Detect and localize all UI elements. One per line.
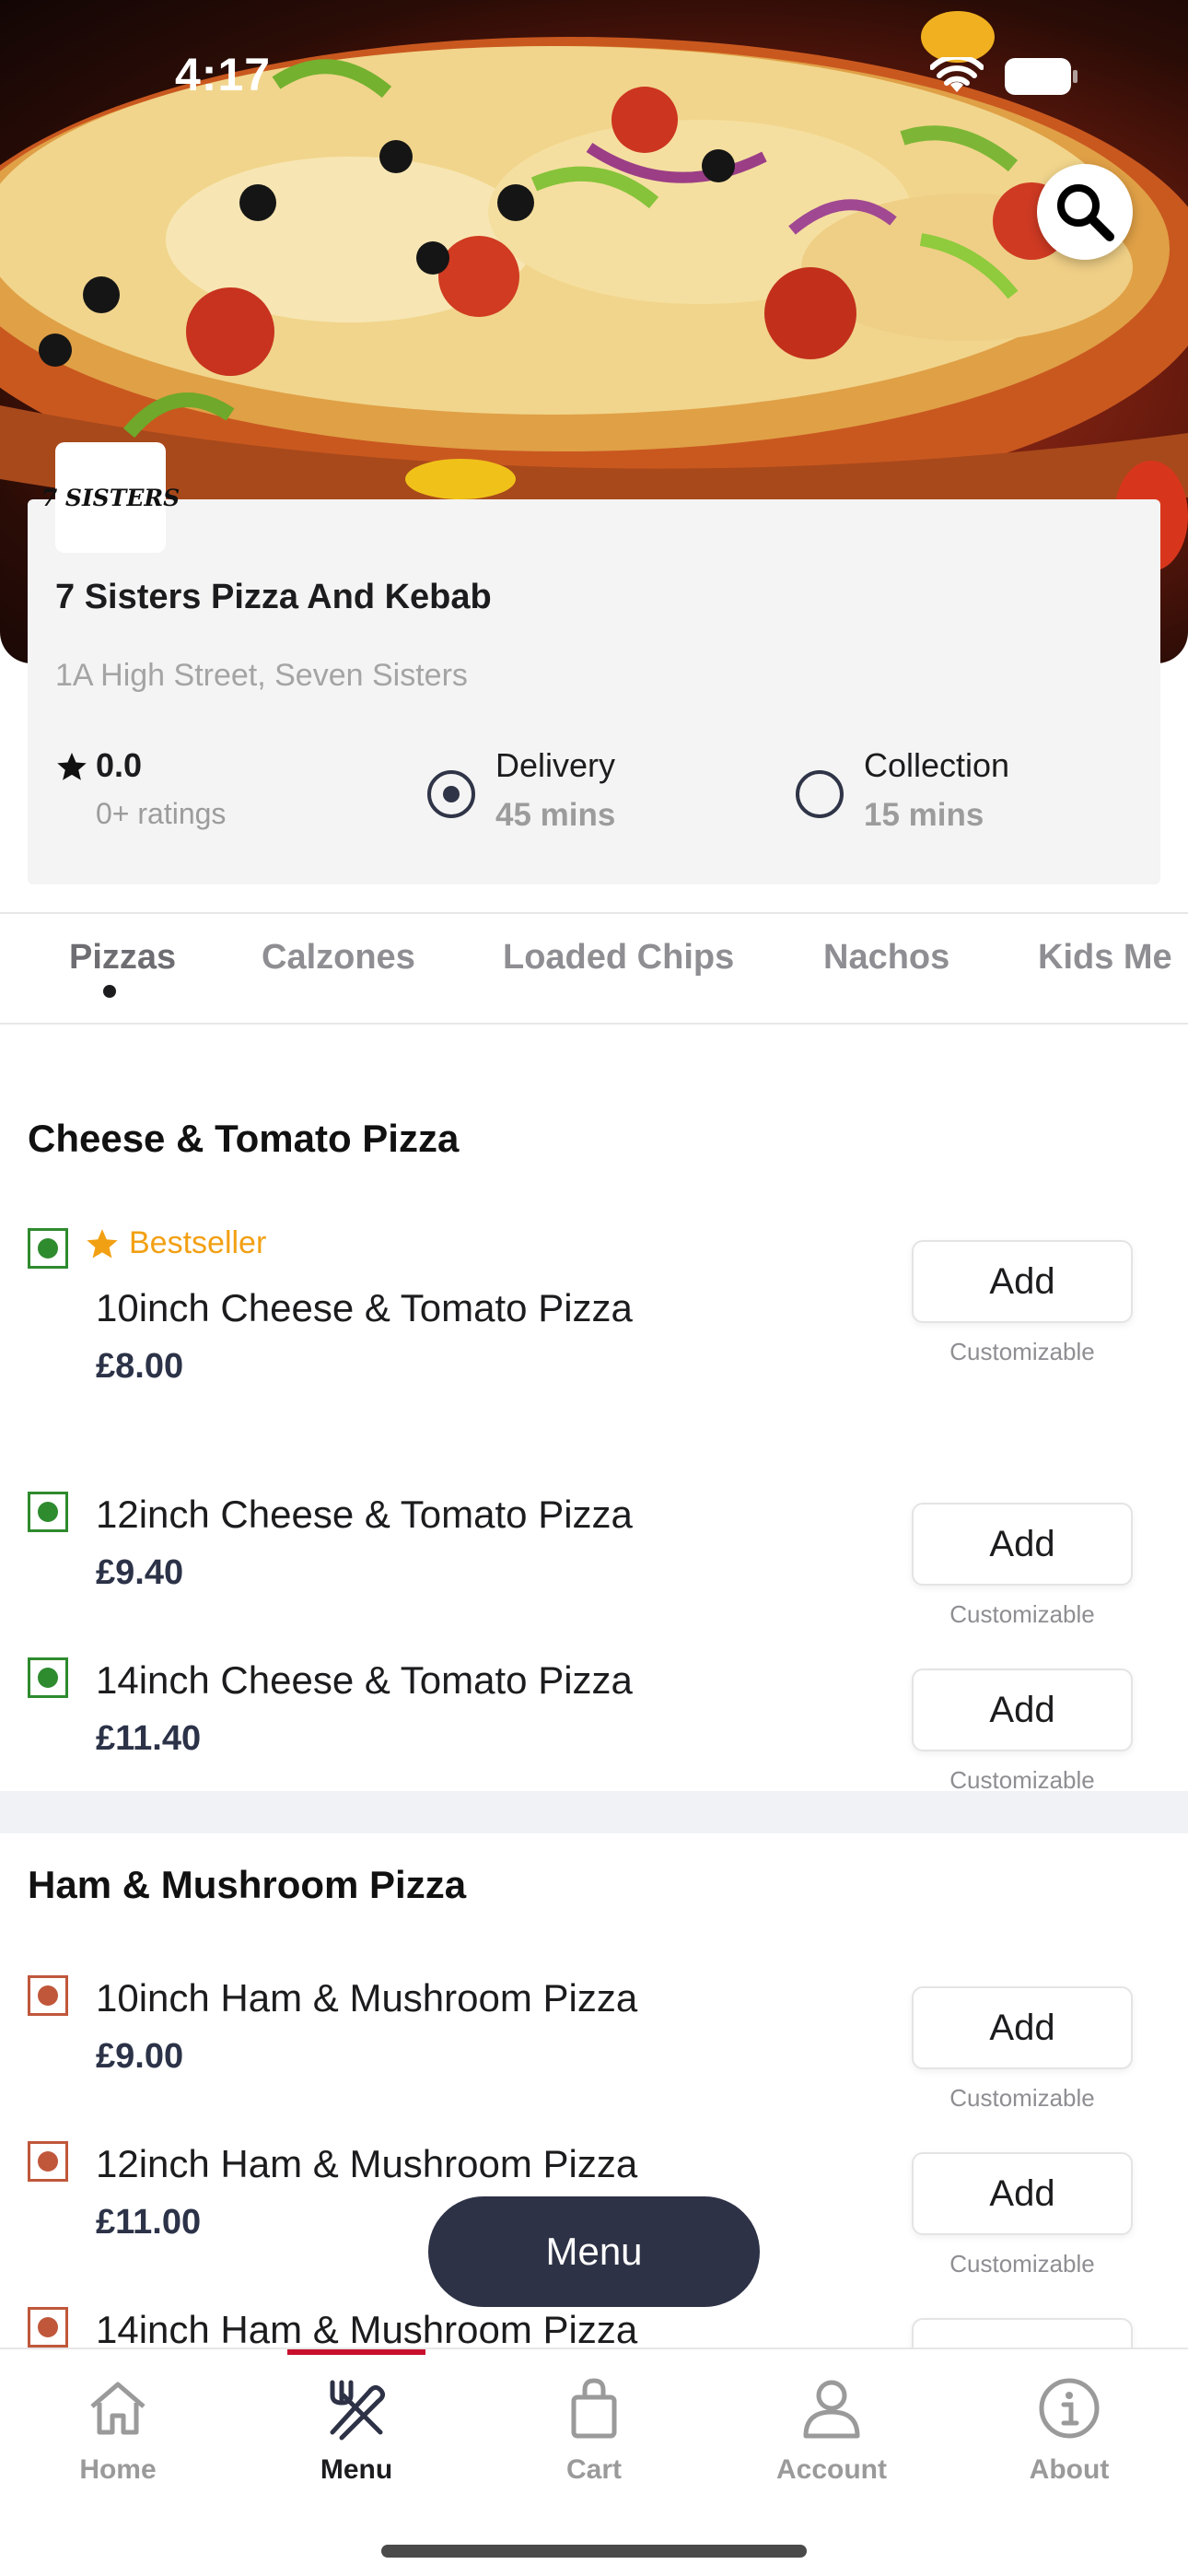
battery-icon: [1005, 58, 1077, 95]
item-price: £9.00: [96, 2037, 184, 2076]
person-icon: [803, 2380, 860, 2439]
section-title: Ham & Mushroom Pizza: [28, 1863, 467, 1906]
customizable-note: Customizable: [949, 2250, 1095, 2277]
collection-label: Collection: [864, 746, 1010, 784]
tab-home-label: Home: [79, 2454, 157, 2485]
tab-account[interactable]: Account: [740, 2370, 924, 2486]
home-indicator: [381, 2545, 807, 2558]
tab-cart-label: Cart: [565, 2454, 622, 2485]
nonveg-indicator-icon: [28, 1975, 68, 2016]
tab-menu[interactable]: Menu: [264, 2370, 448, 2486]
tab-cart[interactable]: Cart: [502, 2370, 686, 2486]
status-time: 4:17: [175, 49, 272, 100]
item-name: 14inch Ham & Mushroom Pizza: [96, 2308, 638, 2351]
shopping-bag-icon: [571, 2378, 617, 2439]
item-price: £11.40: [96, 1719, 202, 1758]
customizable-note: Customizable: [949, 1600, 1095, 1628]
restaurant-info-card: 7 SISTERS 7 Sisters Pizza And Kebab 1A H…: [28, 442, 1160, 884]
tab-kids-menu[interactable]: Kids Me: [1038, 938, 1172, 978]
floating-menu-button[interactable]: Menu: [428, 2196, 760, 2307]
delivery-time: 45 mins: [495, 797, 616, 833]
tab-loaded-chips[interactable]: Loaded Chips: [503, 938, 734, 978]
nonveg-indicator-icon: [28, 2307, 68, 2348]
item-name: 12inch Cheese & Tomato Pizza: [96, 1493, 633, 1536]
restaurant-name: 7 Sisters Pizza And Kebab: [55, 578, 492, 616]
add-button[interactable]: Add: [912, 1240, 1133, 1323]
customizable-note: Customizable: [949, 2084, 1095, 2112]
collection-radio[interactable]: [796, 770, 844, 818]
section-title: Cheese & Tomato Pizza: [28, 1117, 460, 1160]
veg-indicator-icon: [28, 1492, 68, 1532]
tab-about[interactable]: About: [977, 2370, 1161, 2486]
add-button[interactable]: Add: [912, 1669, 1133, 1751]
bestseller-badge: Bestseller: [85, 1225, 266, 1261]
star-icon: [87, 1228, 118, 1259]
star-icon: [57, 753, 87, 780]
restaurant-address: 1A High Street, Seven Sisters: [55, 658, 468, 693]
info-icon: [1039, 2378, 1100, 2439]
customizable-note: Customizable: [949, 1338, 1095, 1365]
bottom-tab-bar: Home Menu Cart Account About: [0, 2348, 1188, 2576]
delivery-radio[interactable]: [427, 770, 475, 818]
search-icon: [1057, 184, 1114, 241]
add-button[interactable]: Add: [912, 1986, 1133, 2069]
section-divider: [0, 1791, 1188, 1833]
restaurant-logo: 7 SISTERS: [41, 442, 180, 553]
item-name: 14inch Cheese & Tomato Pizza: [96, 1658, 633, 1702]
status-icons: [930, 57, 1079, 96]
active-tab-indicator: [287, 2349, 425, 2355]
tab-menu-label: Menu: [320, 2454, 393, 2485]
item-price: £8.00: [96, 1347, 184, 1386]
delivery-label: Delivery: [495, 746, 616, 784]
item-price: £9.40: [96, 1553, 184, 1592]
active-tab-dot: [103, 985, 116, 998]
tab-nachos[interactable]: Nachos: [823, 938, 949, 978]
search-button[interactable]: [1037, 164, 1133, 260]
veg-indicator-icon: [28, 1228, 68, 1269]
bestseller-label: Bestseller: [129, 1225, 267, 1260]
home-icon: [90, 2382, 146, 2435]
tab-pizzas[interactable]: Pizzas: [69, 938, 176, 978]
nonveg-indicator-icon: [28, 2141, 68, 2182]
veg-indicator-icon: [28, 1657, 68, 1698]
item-name: 12inch Ham & Mushroom Pizza: [96, 2142, 638, 2185]
fork-knife-icon: [330, 2380, 386, 2441]
tab-about-label: About: [1029, 2454, 1110, 2485]
tab-home[interactable]: Home: [26, 2370, 210, 2486]
add-button[interactable]: Add: [912, 2152, 1133, 2235]
tab-account-label: Account: [776, 2454, 887, 2485]
category-tabs: Pizzas Calzones Loaded Chips Nachos Kids…: [0, 912, 1188, 1025]
rating-count: 0+ ratings: [96, 797, 227, 830]
rating-value: 0.0: [96, 746, 143, 784]
add-button[interactable]: Add: [912, 1503, 1133, 1586]
item-name: 10inch Ham & Mushroom Pizza: [96, 1976, 638, 2020]
tab-calzones[interactable]: Calzones: [262, 938, 415, 978]
item-name: 10inch Cheese & Tomato Pizza: [96, 1286, 633, 1329]
item-price: £11.00: [96, 2203, 202, 2242]
collection-time: 15 mins: [864, 797, 984, 833]
wifi-icon: [930, 57, 984, 92]
